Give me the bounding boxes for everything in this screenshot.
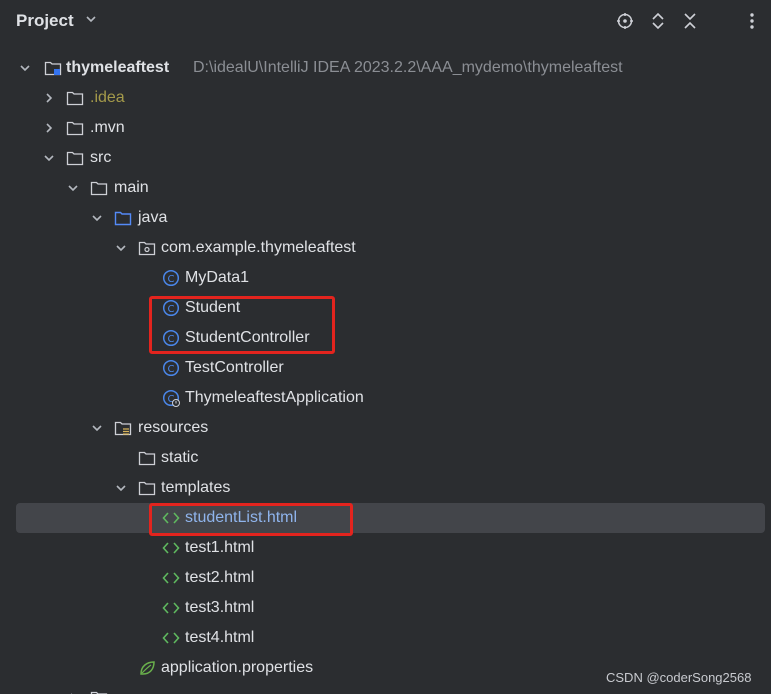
root-path: D:\idealU\IntelliJ IDEA 2023.2.2\AAA_myd…: [193, 59, 623, 76]
html-file-icon: [162, 572, 180, 584]
tree-row-html[interactable]: test3.html: [0, 593, 771, 623]
html-file-icon: [162, 632, 180, 644]
folder-label: .mvn: [90, 119, 125, 136]
expand-collapse-icon[interactable]: [649, 12, 667, 30]
folder-icon: [90, 181, 108, 196]
tree-row-class[interactable]: C StudentController: [0, 323, 771, 353]
html-file-icon: [162, 542, 180, 554]
chevron-down-icon[interactable]: [114, 241, 128, 255]
collapse-all-icon[interactable]: [681, 12, 699, 30]
tree-row-templates[interactable]: templates: [0, 473, 771, 503]
tree-row-class[interactable]: C Student: [0, 293, 771, 323]
selection-highlight: [16, 503, 765, 533]
svg-text:C: C: [168, 274, 175, 285]
tree-row-resources[interactable]: resources: [0, 413, 771, 443]
tree-row-html-selected[interactable]: studentList.html: [0, 503, 771, 533]
file-label: test4.html: [185, 629, 255, 646]
source-folder-icon: [114, 211, 132, 226]
class-label: ThymeleaftestApplication: [185, 389, 364, 406]
class-icon: C: [162, 269, 180, 287]
folder-label: java: [138, 209, 168, 226]
file-label: test2.html: [185, 569, 255, 586]
chevron-right-icon[interactable]: [42, 121, 56, 135]
tree-row-class[interactable]: C ThymeleaftestApplication: [0, 383, 771, 413]
svg-text:C: C: [168, 364, 175, 375]
file-label: application.properties: [161, 659, 314, 676]
tree-row-java[interactable]: java: [0, 203, 771, 233]
more-icon[interactable]: [743, 12, 761, 30]
folder-label: static: [161, 449, 199, 466]
folder-icon: [66, 91, 84, 106]
resources-folder-icon: [114, 421, 132, 436]
tree-row-main[interactable]: main: [0, 173, 771, 203]
tree-row-class[interactable]: C TestController: [0, 353, 771, 383]
tree-row-html[interactable]: test2.html: [0, 563, 771, 593]
tree-row-idea[interactable]: .idea: [0, 83, 771, 113]
spring-properties-icon: [140, 661, 155, 675]
class-label: MyData1: [185, 269, 250, 286]
html-file-icon: [162, 602, 180, 614]
module-folder-icon: [44, 61, 62, 76]
tree-row-html[interactable]: test4.html: [0, 623, 771, 653]
tree-row-html[interactable]: test1.html: [0, 533, 771, 563]
chevron-down-icon[interactable]: [90, 211, 104, 225]
tree-row-root[interactable]: thymeleaftest D:\idealU\IntelliJ IDEA 20…: [0, 53, 771, 83]
tree-row-class[interactable]: C MyData1: [0, 263, 771, 293]
application-class-icon: C: [162, 389, 180, 407]
tree-row-mvn[interactable]: .mvn: [0, 113, 771, 143]
chevron-down-icon[interactable]: [66, 181, 80, 195]
package-label: com.example.thymeleaftest: [161, 239, 356, 256]
chevron-down-icon[interactable]: [18, 61, 32, 75]
chevron-right-icon[interactable]: [42, 91, 56, 105]
chevron-down-icon[interactable]: [84, 12, 98, 26]
package-icon: [138, 241, 156, 256]
chevron-down-icon[interactable]: [114, 481, 128, 495]
folder-icon: [66, 151, 84, 166]
folder-label: .idea: [90, 89, 125, 106]
class-label: TestController: [185, 359, 284, 376]
tree-row-package[interactable]: com.example.thymeleaftest: [0, 233, 771, 263]
highlight-box-classes: [149, 296, 335, 354]
folder-icon: [138, 481, 156, 496]
tree-row-src[interactable]: src: [0, 143, 771, 173]
root-folder-label: thymeleaftest: [66, 59, 170, 76]
chevron-down-icon[interactable]: [90, 421, 104, 435]
folder-label: templates: [161, 479, 231, 496]
target-icon[interactable]: [616, 12, 634, 30]
project-tool-window-header: Project: [0, 0, 771, 44]
file-label: test1.html: [185, 539, 255, 556]
tree-row-static[interactable]: static: [0, 443, 771, 473]
folder-icon: [90, 691, 108, 694]
folder-icon: [66, 121, 84, 136]
folder-label: main: [114, 179, 149, 196]
highlight-box-html: [149, 503, 353, 536]
watermark: CSDN @coderSong2568: [606, 670, 752, 685]
folder-icon: [138, 451, 156, 466]
folder-label: resources: [138, 419, 209, 436]
project-title[interactable]: Project: [16, 11, 74, 31]
folder-label: src: [90, 149, 112, 166]
chevron-down-icon[interactable]: [42, 151, 56, 165]
file-label: test3.html: [185, 599, 255, 616]
class-icon: C: [162, 359, 180, 377]
